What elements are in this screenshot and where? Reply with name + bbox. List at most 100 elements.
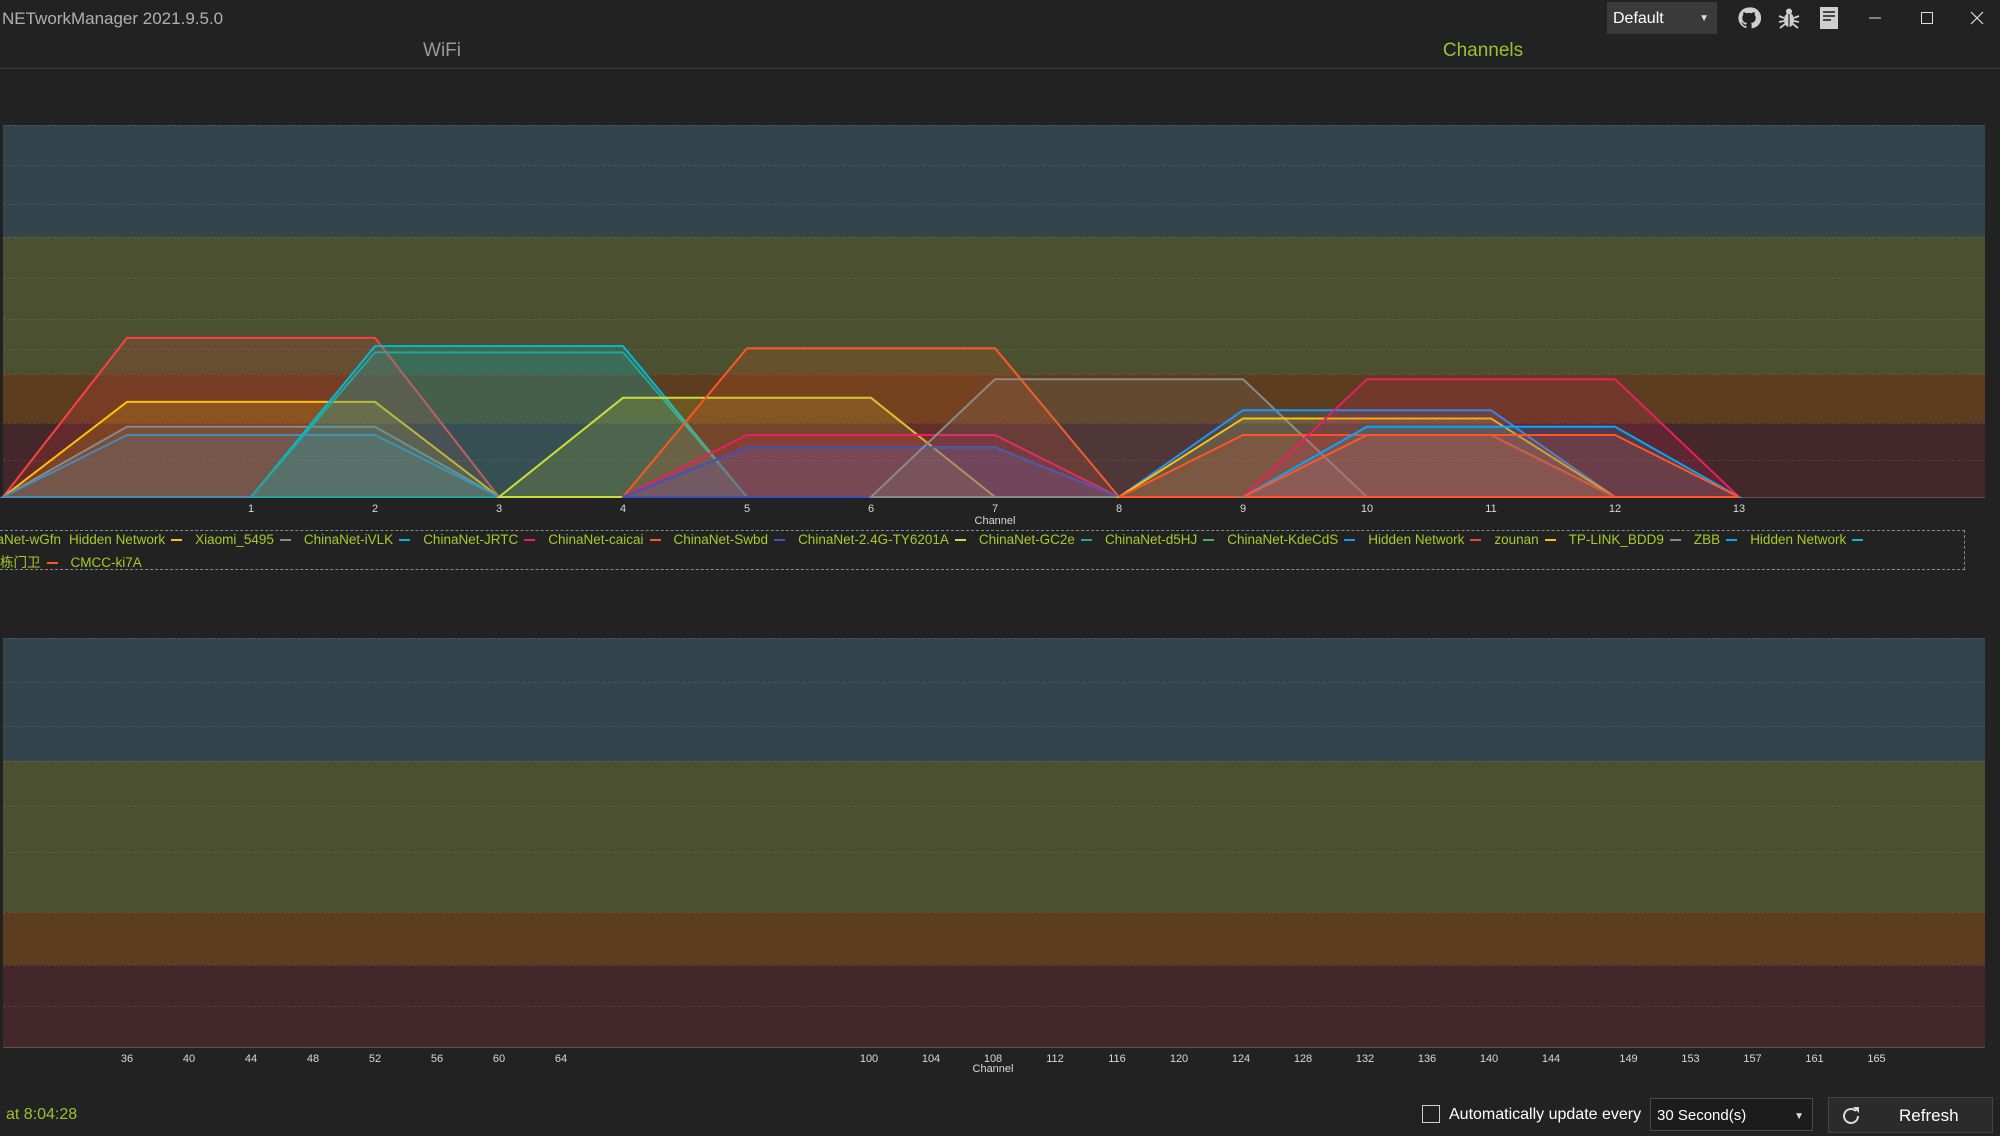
x-tick-label: 4: [619, 503, 627, 515]
legend-swatch: [1726, 539, 1738, 542]
tab-bar: WiFi Channels: [0, 36, 2000, 69]
gridline: [3, 806, 1985, 807]
refresh-label: Refresh: [1899, 1106, 1959, 1125]
gridline: [3, 912, 1985, 913]
x-tick-label: 12: [1608, 503, 1622, 515]
legend-item: TP-LINK_BDD9: [1569, 532, 1686, 547]
gridline: [3, 761, 1985, 762]
legend-row: 栋门卫 CMCC-ki7A: [0, 551, 172, 570]
legend-swatch: [954, 539, 966, 542]
legend-item: zounan: [1494, 532, 1560, 547]
gridline: [3, 965, 1985, 966]
theme-dropdown[interactable]: Default ▼: [1607, 2, 1717, 34]
channel-chart-2-4ghz: 1 2 3 4 5 6 7 8 9 10 11 12 13 Channel: [0, 125, 1985, 527]
x-tick-label: 64: [554, 1053, 568, 1065]
legend-swatch: [46, 562, 58, 565]
gridline: [3, 726, 1985, 727]
gridline: [3, 1006, 1985, 1007]
x-tick-label: 8: [1115, 503, 1123, 515]
legend-item: ChinaNet-d5HJ: [1105, 532, 1219, 547]
legend-item: ChinaNet-JRTC: [423, 532, 540, 547]
legend-label: ChinaNet-KdeCdS: [1227, 532, 1339, 547]
update-interval-dropdown[interactable]: 30 Second(s) ▼: [1650, 1098, 1813, 1131]
x-tick-label: 100: [859, 1053, 879, 1065]
update-interval-value: 30 Second(s): [1657, 1107, 1747, 1124]
legend-swatch: [399, 539, 411, 542]
last-scan-time: at 8:04:28: [6, 1106, 78, 1123]
legend-swatch: [1470, 539, 1482, 542]
legend-label: inaNet-wGfn: [0, 532, 62, 547]
x-tick-label: 56: [430, 1053, 444, 1065]
minimize-icon[interactable]: [1850, 0, 1900, 36]
channel-plot-area: [0, 336, 1743, 498]
x-tick-label: 52: [368, 1053, 382, 1065]
legend-item: CMCC-ki7A: [70, 555, 164, 570]
x-tick-label: 2: [371, 503, 379, 515]
legend-item: ChinaNet-Swbd: [674, 532, 791, 547]
signal-band-fair: [3, 912, 1985, 965]
legend-label: ChinaNet-JRTC: [423, 532, 519, 547]
legend-item: ChinaNet-GC2e: [979, 532, 1097, 547]
legend-label: CMCC-ki7A: [70, 555, 142, 570]
x-tick-label: 44: [244, 1053, 258, 1065]
x-tick-label: 161: [1805, 1053, 1824, 1065]
close-icon[interactable]: [1952, 0, 2000, 36]
legend-label: TP-LINK_BDD9: [1568, 532, 1664, 547]
legend-item: ZBB: [1694, 532, 1742, 547]
legend-swatch: [1544, 539, 1556, 542]
bug-icon[interactable]: [1775, 4, 1803, 32]
legend-label: ChinaNet-d5HJ: [1104, 532, 1198, 547]
theme-dropdown-value: Default: [1613, 10, 1664, 27]
auto-update-checkbox[interactable]: [1422, 1105, 1440, 1123]
legend-label: ChinaNet-iVLK: [303, 532, 394, 547]
maximize-icon[interactable]: [1902, 0, 1952, 36]
legend-item: Hidden Network: [1750, 532, 1868, 547]
legend-item: Hidden Network: [69, 532, 187, 547]
legend-label: Xiaomi_5495: [195, 532, 274, 547]
x-tick-label: 1: [247, 503, 255, 515]
legend-swatch: [774, 539, 786, 542]
legend-item: 栋门卫: [0, 551, 63, 570]
legend-label: Hidden Network: [1750, 532, 1847, 547]
x-tick-label: 6: [867, 503, 875, 515]
legend-item: Hidden Network: [1368, 532, 1486, 547]
legend-label: zounan: [1494, 532, 1539, 547]
x-tick-label: 13: [1732, 503, 1746, 515]
x-tick-label: 124: [1231, 1053, 1251, 1065]
refresh-button[interactable]: Refresh: [1828, 1097, 1993, 1133]
legend-swatch: [1344, 539, 1356, 542]
x-tick-label: 9: [1239, 503, 1247, 515]
gridline: [3, 682, 1985, 683]
chevron-down-icon: ▼: [1699, 13, 1709, 24]
x-tick-label: 136: [1417, 1053, 1437, 1065]
gridline: [3, 638, 1985, 639]
x-tick-label: 7: [991, 503, 999, 515]
x-tick-label: 5: [743, 503, 751, 515]
auto-update-label: Automatically update every: [1449, 1106, 1642, 1123]
legend-label: ChinaNet-GC2e: [978, 532, 1075, 547]
x-tick-label: 11: [1485, 503, 1497, 515]
tab-channels[interactable]: Channels: [1443, 40, 1523, 62]
legend-label: ChinaNet-caicai: [548, 532, 644, 547]
github-icon[interactable]: [1735, 4, 1763, 32]
x-axis-line: [3, 1047, 1985, 1048]
tab-wifi[interactable]: WiFi: [423, 40, 461, 62]
x-tick-label: 112: [1046, 1053, 1064, 1065]
x-tick-label: 128: [1293, 1053, 1313, 1065]
x-tick-label: 140: [1479, 1053, 1499, 1065]
legend-swatch: [524, 539, 536, 542]
legend-label: ChinaNet-2.4G-TY6201A: [798, 532, 949, 547]
x-axis-title: Channel: [972, 1063, 1014, 1075]
document-icon[interactable]: [1815, 4, 1843, 32]
x-tick-label: 120: [1169, 1053, 1189, 1065]
x-axis-title: Channel: [974, 515, 1016, 527]
legend-swatch: [171, 539, 183, 542]
legend-label: Hidden Network: [1368, 532, 1465, 547]
x-tick-label: 116: [1108, 1053, 1126, 1065]
x-tick-label: 3: [495, 503, 503, 515]
legend-label: ChinaNet-Swbd: [673, 532, 769, 547]
x-tick-label: 48: [306, 1053, 320, 1065]
x-tick-label: 149: [1619, 1053, 1638, 1065]
legend-item: Xiaomi_5495: [195, 532, 296, 547]
legend-label: 栋门卫: [0, 555, 41, 570]
